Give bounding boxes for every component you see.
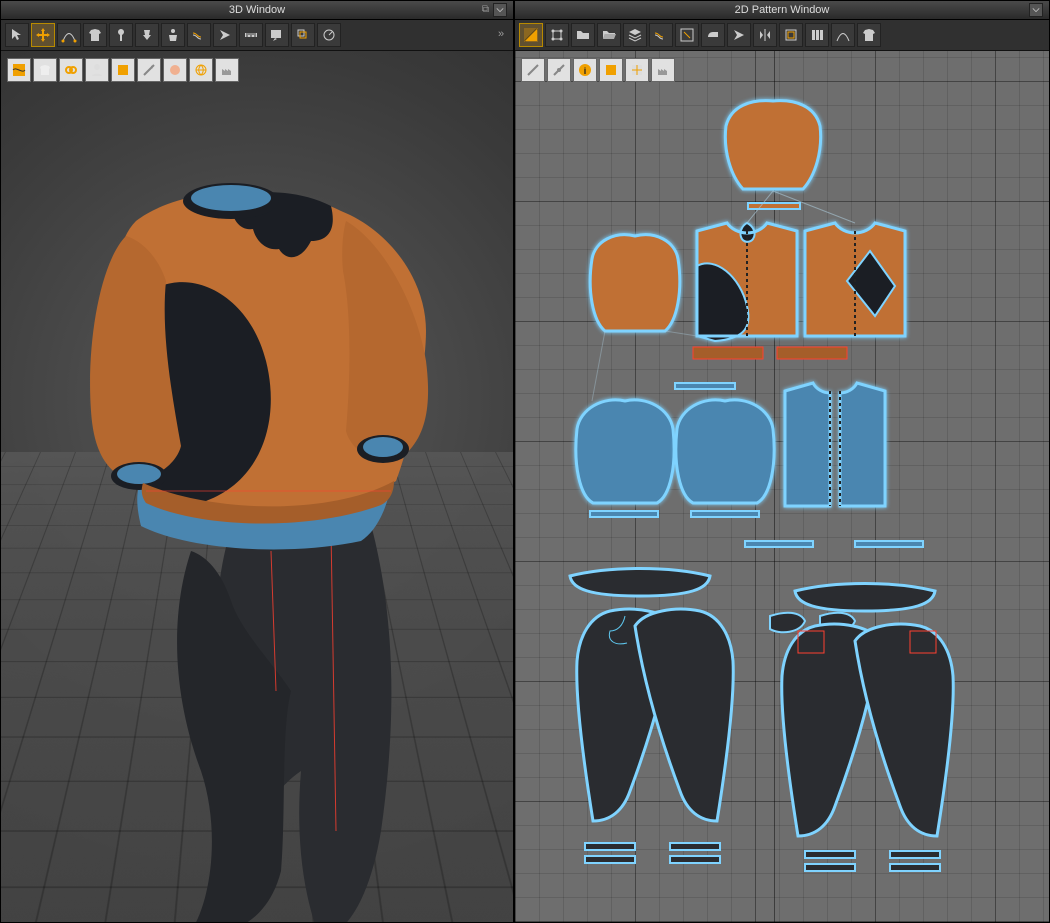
seam-allowance-icon[interactable] xyxy=(779,23,803,47)
piece-placket-top[interactable] xyxy=(675,383,735,389)
show-globe-icon[interactable] xyxy=(189,58,213,82)
iron-icon[interactable] xyxy=(701,23,725,47)
sewing-icon[interactable] xyxy=(187,23,211,47)
folder-open-icon[interactable] xyxy=(597,23,621,47)
piece-shirt-sleeve-r[interactable] xyxy=(676,400,774,503)
notch-icon[interactable] xyxy=(727,23,751,47)
move-icon[interactable] xyxy=(31,23,55,47)
piece-pocket-front-l[interactable] xyxy=(770,613,805,633)
layer-icon[interactable] xyxy=(623,23,647,47)
piece-rib-2[interactable] xyxy=(777,347,847,359)
piece-loop-5[interactable] xyxy=(805,851,855,858)
toolbar-expander-3d[interactable]: » xyxy=(493,26,509,42)
piece-pants-back-r[interactable] xyxy=(855,624,953,836)
piece-loop-1[interactable] xyxy=(585,843,635,850)
title-bar-2d: 2D Pattern Window xyxy=(515,1,1049,20)
pane-3d: 3D Window ⧉ » xyxy=(0,0,514,923)
avatar-icon[interactable] xyxy=(85,58,109,82)
symmetry-icon[interactable] xyxy=(753,23,777,47)
piece-placket-1[interactable] xyxy=(745,541,813,547)
edit-pattern-icon[interactable] xyxy=(519,23,543,47)
texture-surface-icon[interactable] xyxy=(7,58,31,82)
piece-yoke-l[interactable] xyxy=(570,569,710,597)
grading-icon[interactable] xyxy=(291,23,315,47)
select-arrow-icon[interactable] xyxy=(5,23,29,47)
window-menu-3d[interactable] xyxy=(493,3,507,17)
garment-icon[interactable] xyxy=(83,23,107,47)
piece-loop-2[interactable] xyxy=(585,856,635,863)
trace-icon[interactable] xyxy=(831,23,855,47)
transform-icon[interactable] xyxy=(545,23,569,47)
piece-collar-back[interactable] xyxy=(725,101,820,189)
piece-sweater-back[interactable] xyxy=(805,223,905,336)
pattern-canvas xyxy=(515,51,1049,922)
title-2d: 2D Pattern Window xyxy=(735,4,830,16)
piece-loop-6[interactable] xyxy=(805,864,855,871)
piece-placket-2[interactable] xyxy=(855,541,923,547)
window-menu-2d[interactable] xyxy=(1029,3,1043,17)
piece-yoke-r[interactable] xyxy=(795,584,935,612)
sewing-2d-icon[interactable] xyxy=(649,23,673,47)
piece-rib-1[interactable] xyxy=(693,347,763,359)
garment-ref-icon[interactable] xyxy=(857,23,881,47)
piece-loop-3[interactable] xyxy=(670,843,720,850)
edit-curve-icon[interactable] xyxy=(57,23,81,47)
toolbar-3d-main: » xyxy=(1,20,513,51)
pin-icon[interactable] xyxy=(109,23,133,47)
piece-sweater-sleeve-l[interactable] xyxy=(590,235,680,331)
annotation-icon[interactable] xyxy=(265,23,289,47)
factory-icon[interactable] xyxy=(215,58,239,82)
piece-shirt-back[interactable] xyxy=(840,383,885,506)
measure-icon[interactable] xyxy=(239,23,263,47)
align-icon[interactable] xyxy=(805,23,829,47)
viewport-2d[interactable]: i xyxy=(515,51,1049,922)
piece-loop-7[interactable] xyxy=(890,851,940,858)
title-3d: 3D Window xyxy=(229,4,285,16)
garment-3d xyxy=(31,131,491,922)
piece-cuff-2[interactable] xyxy=(691,511,759,517)
piece-loop-8[interactable] xyxy=(890,864,940,871)
piece-sweater-front[interactable] xyxy=(697,223,797,341)
piece-neckband[interactable] xyxy=(748,203,800,209)
viewport-3d[interactable] xyxy=(1,51,513,922)
tack-icon[interactable] xyxy=(135,23,159,47)
internal-line-icon[interactable] xyxy=(675,23,699,47)
folder-icon[interactable] xyxy=(571,23,595,47)
dart-icon[interactable] xyxy=(213,23,237,47)
app-root: 3D Window ⧉ » xyxy=(0,0,1050,923)
show-avatar-skin-icon[interactable] xyxy=(163,58,187,82)
show-arrangement-icon[interactable] xyxy=(137,58,161,82)
piece-cuff-1[interactable] xyxy=(590,511,658,517)
piece-shirt-sleeve-l[interactable] xyxy=(576,400,674,503)
pressure-icon[interactable] xyxy=(317,23,341,47)
garment-display-icon[interactable] xyxy=(33,58,57,82)
avatar-pose-icon[interactable] xyxy=(161,23,185,47)
piece-loop-4[interactable] xyxy=(670,856,720,863)
show-texture-icon[interactable] xyxy=(111,58,135,82)
toolbar-2d-main xyxy=(515,20,1049,51)
piece-shirt-front[interactable] xyxy=(785,383,830,506)
popout-icon[interactable]: ⧉ xyxy=(482,4,489,15)
link-icon[interactable] xyxy=(59,58,83,82)
title-bar-3d: 3D Window ⧉ xyxy=(1,1,513,20)
pane-2d: 2D Pattern Window xyxy=(514,0,1050,923)
toolbar-3d-sub xyxy=(7,55,239,85)
